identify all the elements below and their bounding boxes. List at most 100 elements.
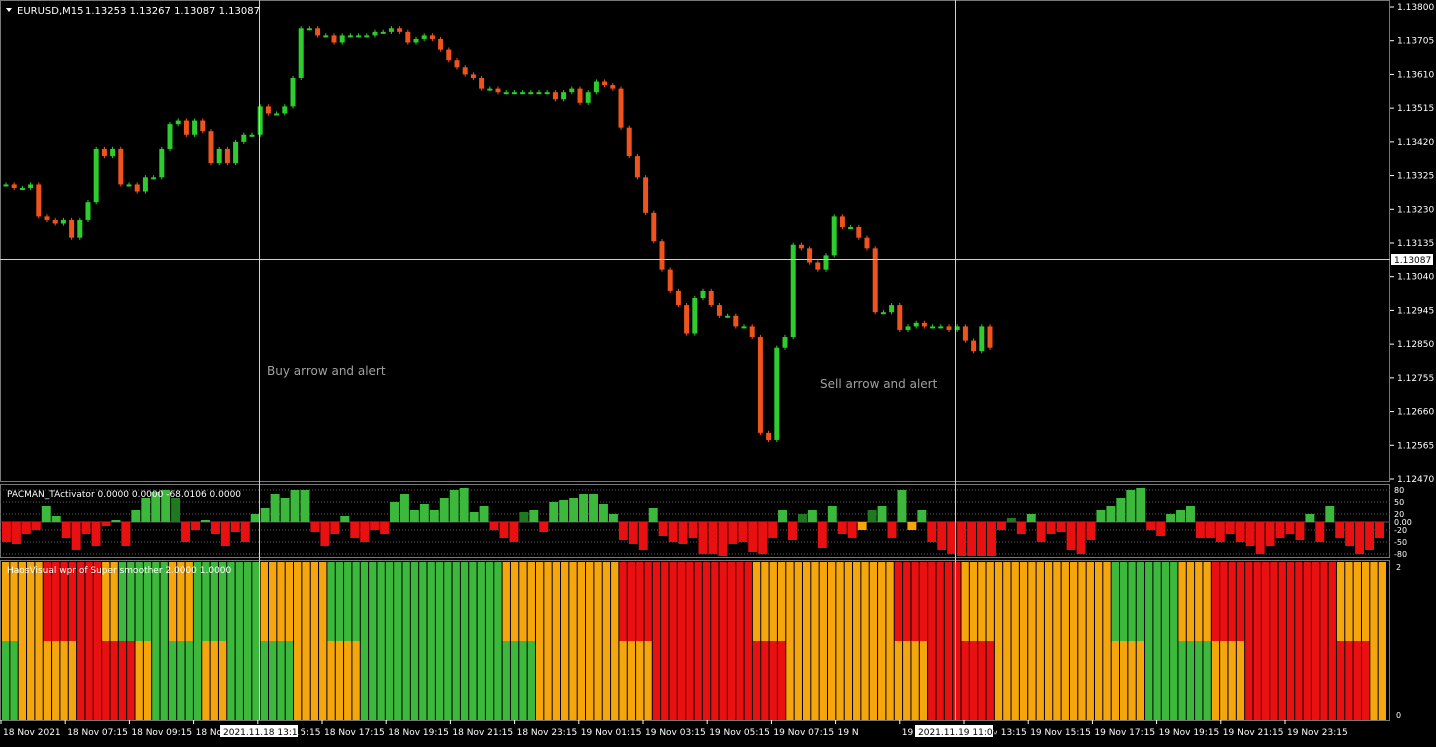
indicator2-bar-upper <box>911 562 919 641</box>
indicator1-bar <box>409 510 419 522</box>
indicator1-bar <box>947 522 957 554</box>
indicator1-bar <box>1086 522 1096 540</box>
indicator2-bar-upper <box>1228 562 1236 641</box>
indicator1-bar <box>280 498 290 522</box>
indicator2-bar-lower <box>277 641 285 720</box>
indicator2-bar-lower <box>702 641 711 720</box>
indicator1-bar <box>1215 522 1225 542</box>
candle <box>782 334 788 350</box>
indicator2-bar-lower <box>752 641 761 720</box>
indicator1-bar <box>519 512 529 522</box>
indicator2-bar-upper <box>1161 562 1170 641</box>
indicator2-bar-lower <box>143 641 152 720</box>
candle-body <box>626 127 632 157</box>
indicator1-bar <box>768 522 778 538</box>
indicator1-bar <box>698 522 708 554</box>
indicator2-bar-upper <box>836 562 844 641</box>
indicator2-bar-upper <box>1019 562 1028 641</box>
candle-body <box>429 35 435 39</box>
candle-body <box>561 92 567 100</box>
candle-body <box>544 92 550 95</box>
candle-body <box>421 35 427 39</box>
candle-body <box>503 92 509 95</box>
indicator1-bar <box>91 522 101 546</box>
indicator2-bar-upper <box>1336 562 1345 641</box>
candle-body <box>446 49 452 61</box>
candle <box>200 118 206 134</box>
indicator2-bar-upper <box>1295 562 1303 641</box>
indicator1-bar <box>370 522 380 530</box>
candle-body <box>487 88 493 91</box>
indicator2-bar-lower <box>177 641 185 720</box>
indicator1-bar <box>51 516 61 522</box>
candle-body <box>224 148 230 164</box>
symbol-label: EURUSD,M15 <box>17 6 83 17</box>
indicator2-bar-lower <box>1111 641 1120 720</box>
indicator2-bar-lower <box>1019 641 1028 720</box>
indicator1-bar <box>61 522 71 538</box>
indicator2-bar-upper <box>419 562 427 641</box>
indicator1-bar <box>250 514 260 522</box>
indicator2-bar-upper <box>1261 562 1270 641</box>
indicator2-bar-lower <box>928 641 936 720</box>
candle <box>216 146 222 166</box>
indicator2-bar-upper <box>1011 562 1019 641</box>
indicator2-bar-lower <box>744 641 752 720</box>
indicator1-bar <box>11 522 21 544</box>
price-tick-label: 1.13610 <box>1397 70 1434 80</box>
indicator2-bar-lower <box>736 641 744 720</box>
indicator2-bar-lower <box>535 641 544 720</box>
candle <box>708 288 714 308</box>
candle <box>733 313 739 329</box>
indicator2-bar-upper <box>1111 562 1120 641</box>
indicator2-bar-upper <box>485 562 494 641</box>
indicator2-bar-lower <box>102 641 110 720</box>
indicator2-bar-upper <box>1203 562 1211 641</box>
indicator1-bar <box>230 522 240 532</box>
indicator1-bar <box>807 510 817 522</box>
indicator1-bar <box>1335 522 1345 538</box>
indicator2-bar-upper <box>1120 562 1128 641</box>
indicator2-bar-lower <box>252 641 260 720</box>
indicator1-bar <box>539 522 549 532</box>
indicator1-bar <box>1136 488 1146 522</box>
indicator2-bar-upper <box>569 562 577 641</box>
price-tick-label: 1.12755 <box>1397 374 1434 384</box>
indicator2-bar-lower <box>402 641 410 720</box>
indicator1-bar <box>678 522 688 544</box>
indicator2-bar-upper <box>377 562 385 641</box>
candle <box>962 324 968 343</box>
indicator2-bar-upper <box>994 562 1003 641</box>
price-tick-label: 1.13515 <box>1397 104 1434 114</box>
indicator2-bar-lower <box>1211 641 1220 720</box>
indicator2-bar-lower <box>894 641 903 720</box>
indicator2-bar-lower <box>18 641 27 720</box>
indicator2-bar-lower <box>777 641 786 720</box>
indicator2-bar-upper <box>1270 562 1278 641</box>
candle-body <box>708 290 714 306</box>
indicator2-bar-upper <box>744 562 752 641</box>
indicator1-bar <box>200 520 210 522</box>
chart-window[interactable]: EURUSD,M15 1.13253 1.13267 1.13087 1.130… <box>0 0 1436 743</box>
indicator1-bar <box>1245 522 1255 546</box>
indicator2-bar-lower <box>77 641 85 720</box>
indicator1-bar <box>1116 498 1126 522</box>
indicator2-bar-lower <box>210 641 218 720</box>
indicator1-bar <box>628 522 638 544</box>
indicator2-bar-lower <box>1286 641 1295 720</box>
candle <box>290 75 296 109</box>
ohlc-label: 1.13253 1.13267 1.13087 1.13087 <box>85 6 260 17</box>
indicator2-bar-lower <box>1094 641 1103 720</box>
price-tick-label: 1.12660 <box>1397 408 1434 418</box>
indicator1-bar <box>1195 522 1205 538</box>
candle-body <box>733 315 739 327</box>
candle <box>823 253 829 272</box>
candle <box>856 224 862 240</box>
indicator1-bar <box>1285 522 1295 534</box>
indicator1-bar <box>1156 522 1166 536</box>
candle <box>675 288 681 308</box>
candle <box>716 302 722 318</box>
indicator1-bar <box>708 522 718 554</box>
indicator1-bar <box>1036 522 1046 542</box>
indicator1-bar <box>1365 522 1375 550</box>
